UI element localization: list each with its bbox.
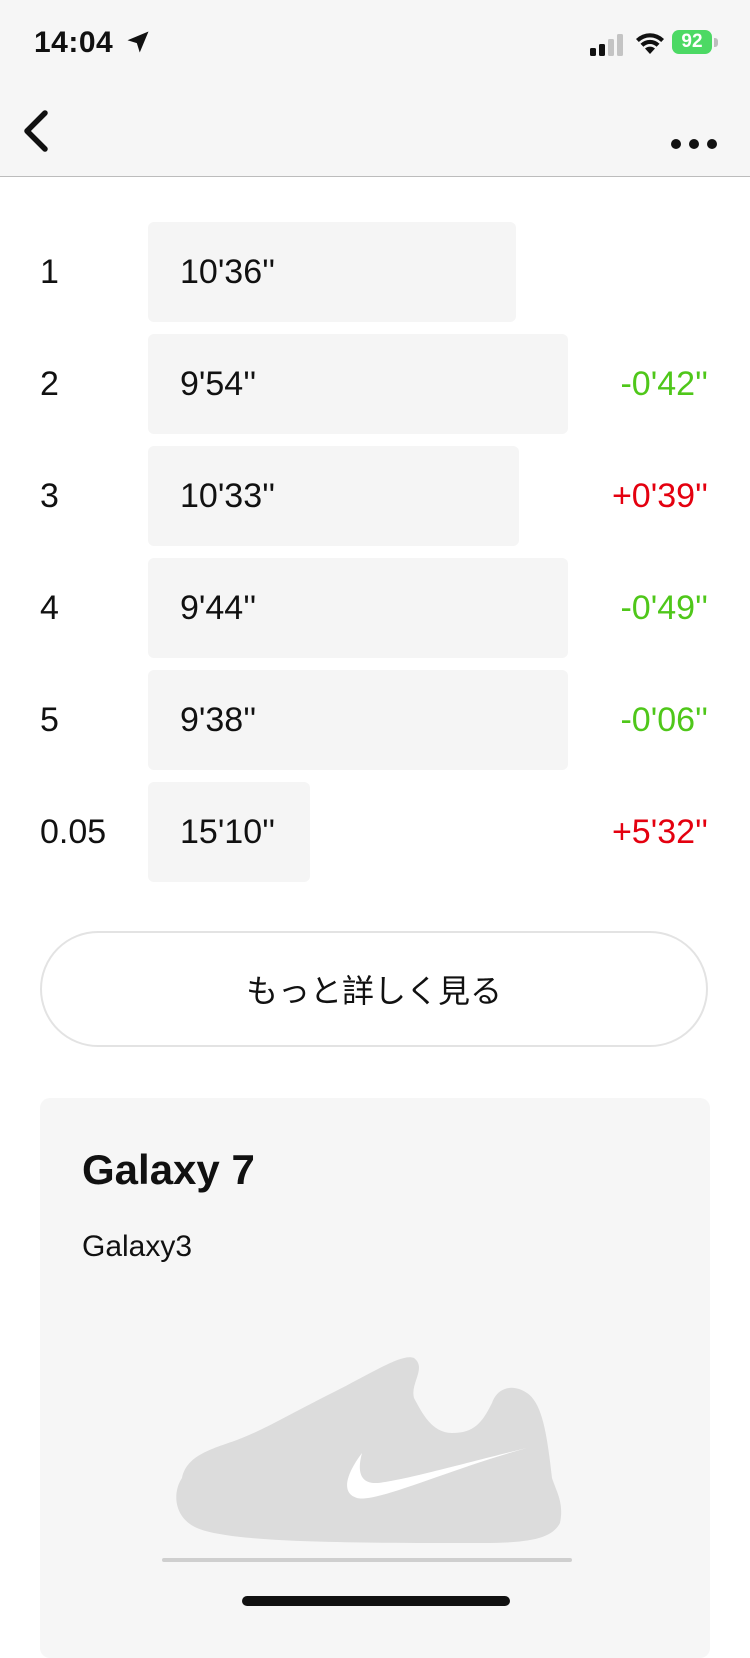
split-diff: -0'49'' (620, 589, 708, 627)
split-diff: +5'32'' (611, 813, 708, 851)
split-row: 4 9'44'' -0'49'' (0, 558, 750, 658)
battery-tip (714, 38, 718, 47)
split-time: 9'54'' (180, 365, 257, 403)
back-chevron-icon[interactable] (14, 106, 64, 156)
wifi-icon (636, 33, 664, 54)
split-row: 1 10'36'' (0, 222, 750, 322)
location-arrow-icon (127, 31, 149, 53)
split-diff: -0'42'' (620, 365, 708, 403)
split-row: 5 9'38'' -0'06'' (0, 670, 750, 770)
battery-level: 92 (672, 30, 712, 54)
split-time: 15'10'' (180, 813, 276, 851)
split-diff: +0'39'' (611, 477, 708, 515)
split-row: 0.05 15'10'' +5'32'' (0, 782, 750, 882)
split-row: 3 10'33'' +0'39'' (0, 446, 750, 546)
signal-icon (590, 34, 623, 56)
more-dots-icon[interactable] (664, 106, 724, 156)
split-index: 0.05 (40, 813, 107, 851)
split-index: 5 (40, 701, 59, 739)
split-time: 10'36'' (180, 253, 276, 291)
shoe-nickname: Galaxy3 (82, 1230, 193, 1263)
status-time: 14:04 (34, 26, 114, 59)
split-time: 9'44'' (180, 589, 257, 627)
split-diff: -0'06'' (620, 701, 708, 739)
split-time: 9'38'' (180, 701, 257, 739)
split-index: 4 (40, 589, 59, 627)
split-index: 3 (40, 477, 59, 515)
shoe-icon (162, 1357, 572, 1562)
shoe-card[interactable]: Galaxy 7 Galaxy3 (40, 1098, 710, 1658)
split-index: 2 (40, 365, 59, 403)
battery-icon: 92 (672, 30, 718, 56)
shoe-name: Galaxy 7 (82, 1146, 255, 1193)
home-indicator (242, 1596, 510, 1606)
nav-bar (0, 88, 750, 177)
split-time: 10'33'' (180, 477, 276, 515)
split-index: 1 (40, 253, 59, 291)
status-bar: 14:04 92 (0, 0, 750, 88)
more-details-button[interactable]: もっと詳しく見る (40, 931, 708, 1047)
split-row: 2 9'54'' -0'42'' (0, 334, 750, 434)
